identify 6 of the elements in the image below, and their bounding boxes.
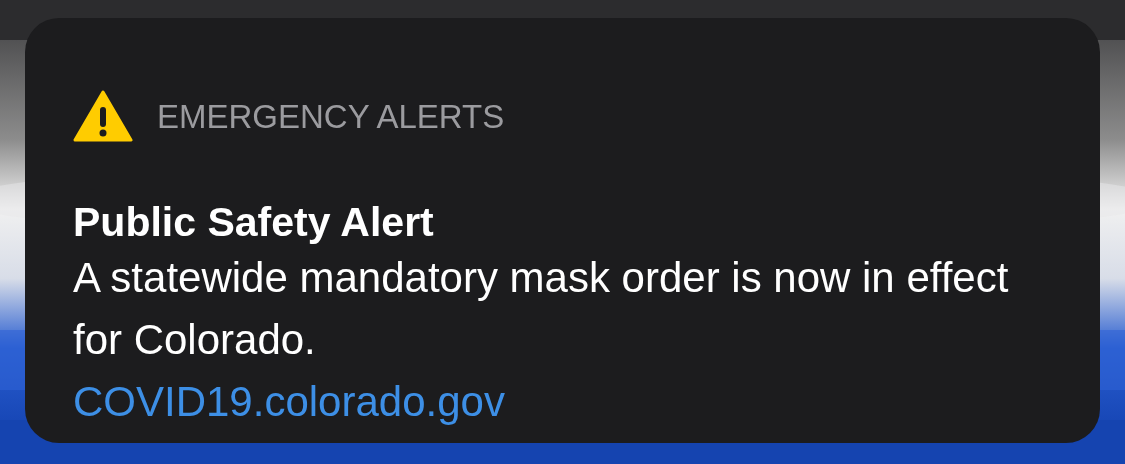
warning-icon xyxy=(73,90,133,142)
website-link[interactable]: COVID19.colorado.gov xyxy=(73,378,505,426)
alert-title: Public Safety Alert xyxy=(73,198,435,247)
app-name: EMERGENCY ALERTS xyxy=(157,99,505,133)
alert-message: A statewide mandatory mask order is now in effect for Colorado. xyxy=(73,253,1010,366)
notification-card[interactable]: EMERGENCY ALERTS Public Safety Alert A statewide mandatory mask order is now in effect for Colorado. COVID19.colorado.gov xyxy=(25,18,1100,443)
